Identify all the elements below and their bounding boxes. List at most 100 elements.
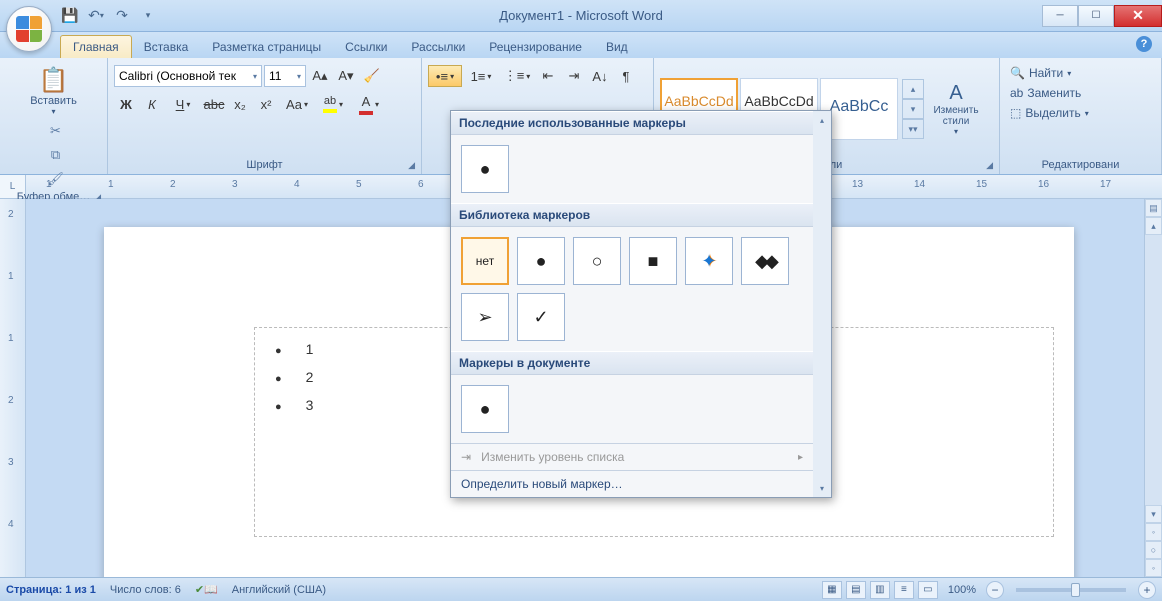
prev-page[interactable]: ◦ (1145, 523, 1162, 541)
vertical-scrollbar[interactable]: ▤ ▴ ▾ ◦ ○ ◦ (1144, 199, 1162, 577)
browse-object[interactable]: ○ (1145, 541, 1162, 559)
minimize-button[interactable]: ─ (1042, 5, 1078, 27)
square-icon: ■ (648, 251, 659, 272)
font-name-combo[interactable]: Calibri (Основной тек▾ (114, 65, 262, 87)
office-button[interactable] (6, 6, 52, 52)
redo-button[interactable]: ↷ (112, 6, 132, 26)
font-color-button[interactable]: A▾ (352, 93, 386, 115)
copy-icon: ⧉ (51, 147, 60, 163)
indent-icon: ⇥ (569, 68, 580, 84)
next-page[interactable]: ◦ (1145, 559, 1162, 577)
bullet-option-disc[interactable]: ● (461, 145, 509, 193)
language-status[interactable]: Английский (США) (232, 584, 326, 596)
word-count[interactable]: Число слов: 6 (110, 584, 181, 596)
zoom-slider[interactable] (1016, 588, 1126, 592)
dialog-launcher[interactable]: ◢ (408, 160, 415, 171)
chevron-down-icon: ▾ (297, 72, 301, 81)
bullets-button[interactable]: •≡▾ (428, 65, 462, 87)
clear-formatting-button[interactable]: 🧹 (360, 65, 384, 87)
subscript-button[interactable]: x₂ (228, 93, 252, 115)
bullet-option-square[interactable]: ■ (629, 237, 677, 285)
paste-button[interactable]: 📋 Вставить ▾ (29, 62, 79, 120)
bullet-option-diamond4[interactable]: ◆◆ (741, 237, 789, 285)
scroll-down[interactable]: ▾ (813, 479, 831, 497)
cursor-icon: ⬚ (1010, 106, 1021, 120)
underline-button[interactable]: Ч▾ (166, 93, 200, 115)
spellcheck-icon[interactable]: ✔📖 (195, 583, 218, 596)
bullet-option-disc[interactable]: ● (461, 385, 509, 433)
page-status[interactable]: Страница: 1 из 1 (6, 584, 96, 596)
bullets-icon: •≡ (436, 69, 448, 84)
scroll-down[interactable]: ▾ (1145, 505, 1162, 523)
show-marks-button[interactable]: ¶ (614, 65, 638, 87)
styles-up[interactable]: ▴ (902, 79, 924, 99)
styles-more[interactable]: ▾▾ (902, 119, 924, 139)
find-button[interactable]: 🔍Найти▾ (1006, 64, 1155, 82)
help-button[interactable]: ? (1136, 36, 1152, 52)
view-web[interactable]: ▥ (870, 581, 890, 599)
close-icon: ✕ (1132, 7, 1144, 24)
bullet-option-4star[interactable]: ✦ (685, 237, 733, 285)
decrease-indent-button[interactable]: ⇤ (536, 65, 560, 87)
popup-scrollbar[interactable]: ▴ ▾ (813, 111, 831, 497)
styles-down[interactable]: ▾ (902, 99, 924, 119)
bullet-option-check[interactable]: ✓ (517, 293, 565, 341)
cut-button[interactable]: ✂ (45, 120, 67, 142)
view-print-layout[interactable]: ▦ (822, 581, 842, 599)
tab-layout[interactable]: Разметка страницы (200, 36, 333, 58)
bullet-option-arrow[interactable]: ➢ (461, 293, 509, 341)
define-new-bullet[interactable]: Определить новый маркер… (451, 470, 813, 497)
tab-references[interactable]: Ссылки (333, 36, 399, 58)
copy-button[interactable]: ⧉ (45, 144, 67, 166)
tab-insert[interactable]: Вставка (132, 36, 201, 58)
dialog-launcher[interactable]: ◢ (986, 160, 993, 171)
strikethrough-button[interactable]: abc (202, 93, 226, 115)
tab-home[interactable]: Главная (60, 35, 132, 58)
undo-icon: ↶ (88, 7, 100, 24)
view-outline[interactable]: ≡ (894, 581, 914, 599)
window-controls: ─ ☐ ✕ (1042, 5, 1162, 27)
change-styles-button[interactable]: A Изменить стили ▾ (926, 78, 986, 140)
scroll-up[interactable]: ▴ (813, 111, 831, 129)
undo-button[interactable]: ↶▾ (86, 6, 106, 26)
numbering-button[interactable]: 1≡▾ (464, 65, 498, 87)
bullet-option-circle[interactable]: ○ (573, 237, 621, 285)
tab-mailings[interactable]: Рассылки (399, 36, 477, 58)
qat-customize[interactable]: ▾ (138, 6, 158, 26)
bullet-option-disc[interactable]: ● (517, 237, 565, 285)
multilevel-button[interactable]: ⋮≡▾ (500, 65, 534, 87)
italic-button[interactable]: К (140, 93, 164, 115)
minus-icon: − (991, 583, 998, 597)
replace-button[interactable]: abЗаменить (1006, 84, 1155, 102)
save-button[interactable]: 💾 (60, 6, 80, 26)
slider-thumb[interactable] (1071, 583, 1080, 597)
arrow-icon: ➢ (477, 307, 492, 328)
tab-view[interactable]: Вид (594, 36, 640, 58)
bold-button[interactable]: Ж (114, 93, 138, 115)
font-size-combo[interactable]: 11▾ (264, 65, 306, 87)
sort-button[interactable]: A↓ (588, 65, 612, 87)
ruler-vertical[interactable]: 211234 (0, 199, 26, 577)
zoom-out-button[interactable]: − (986, 581, 1004, 599)
tab-review[interactable]: Рецензирование (477, 36, 594, 58)
zoom-level[interactable]: 100% (948, 584, 976, 596)
increase-indent-button[interactable]: ⇥ (562, 65, 586, 87)
zoom-in-button[interactable]: + (1138, 581, 1156, 599)
ruler-toggle[interactable]: ▤ (1145, 199, 1162, 217)
select-button[interactable]: ⬚Выделить▾ (1006, 104, 1155, 122)
pilcrow-icon: ¶ (623, 69, 630, 84)
view-draft[interactable]: ▭ (918, 581, 938, 599)
chevron-down-icon: ▾ (253, 72, 257, 81)
shrink-font-button[interactable]: A▾ (334, 65, 358, 87)
highlight-button[interactable]: ab▾ (316, 93, 350, 115)
maximize-button[interactable]: ☐ (1078, 5, 1114, 27)
grow-font-button[interactable]: A▴ (308, 65, 332, 87)
superscript-button[interactable]: x² (254, 93, 278, 115)
bullet-option-none[interactable]: нет (461, 237, 509, 285)
change-case-button[interactable]: Aa▾ (280, 93, 314, 115)
view-full-screen[interactable]: ▤ (846, 581, 866, 599)
draft-icon: ▭ (923, 584, 932, 595)
save-icon: 💾 (61, 7, 78, 24)
scroll-up[interactable]: ▴ (1145, 217, 1162, 235)
close-button[interactable]: ✕ (1114, 5, 1162, 27)
